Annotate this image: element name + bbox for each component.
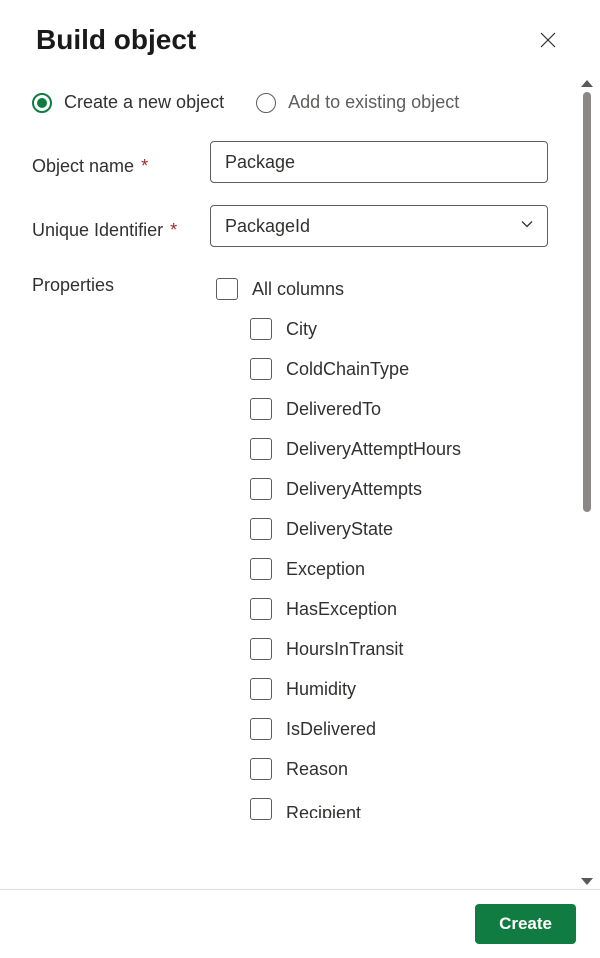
- checkbox-icon: [250, 518, 272, 540]
- checkbox-icon: [250, 678, 272, 700]
- checkbox-property[interactable]: ColdChainType: [216, 349, 548, 389]
- dialog-title: Build object: [36, 24, 196, 56]
- unique-identifier-label: Unique Identifier *: [32, 212, 210, 241]
- checkbox-label: ColdChainType: [286, 359, 409, 380]
- checkbox-icon: [250, 758, 272, 780]
- required-indicator: *: [141, 156, 148, 176]
- checkbox-property[interactable]: City: [216, 309, 548, 349]
- radio-label: Create a new object: [64, 92, 224, 113]
- unique-identifier-select[interactable]: PackageId: [210, 205, 548, 247]
- checkbox-icon: [250, 438, 272, 460]
- properties-label: Properties: [32, 269, 210, 829]
- checkbox-icon: [250, 638, 272, 660]
- radio-create-new[interactable]: Create a new object: [32, 92, 224, 113]
- checkbox-label: All columns: [252, 279, 344, 300]
- property-items-container: City ColdChainType DeliveredTo DeliveryAtte…: [216, 309, 548, 829]
- checkbox-label: DeliveryAttempts: [286, 479, 422, 500]
- checkbox-icon: [250, 598, 272, 620]
- checkbox-label: DeliveredTo: [286, 399, 381, 420]
- dialog-body: Create a new object Add to existing obje…: [0, 76, 600, 889]
- checkbox-label: City: [286, 319, 317, 340]
- radio-add-existing[interactable]: Add to existing object: [256, 92, 459, 113]
- checkbox-icon: [216, 278, 238, 300]
- checkbox-property[interactable]: DeliveredTo: [216, 389, 548, 429]
- close-icon: [540, 32, 556, 48]
- object-name-row: Object name *: [32, 141, 548, 183]
- checkbox-all-columns[interactable]: All columns: [216, 269, 548, 309]
- checkbox-label: HasException: [286, 599, 397, 620]
- checkbox-label: Exception: [286, 559, 365, 580]
- checkbox-label: Humidity: [286, 679, 356, 700]
- properties-list: All columns City ColdChainType DeliveredTo…: [210, 269, 548, 829]
- checkbox-label: IsDelivered: [286, 719, 376, 740]
- radio-icon: [256, 93, 276, 113]
- checkbox-property[interactable]: IsDelivered: [216, 709, 548, 749]
- checkbox-label: Recipient: [286, 800, 361, 818]
- object-name-label: Object name *: [32, 148, 210, 177]
- scroll-down-icon[interactable]: [581, 878, 593, 885]
- build-object-dialog: Build object Create a new object Add to …: [0, 0, 600, 958]
- create-button[interactable]: Create: [475, 904, 576, 944]
- checkbox-property[interactable]: HoursInTransit: [216, 629, 548, 669]
- unique-identifier-select-wrap: PackageId: [210, 205, 548, 247]
- scrollbar[interactable]: [578, 76, 596, 889]
- mode-selector: Create a new object Add to existing obje…: [32, 84, 548, 141]
- dialog-footer: Create: [0, 889, 600, 958]
- checkbox-property[interactable]: Recipient: [216, 789, 548, 829]
- properties-section: Properties All columns City ColdChainType…: [32, 269, 548, 829]
- scrollbar-thumb[interactable]: [583, 92, 591, 512]
- checkbox-label: Reason: [286, 759, 348, 780]
- checkbox-property[interactable]: Reason: [216, 749, 548, 789]
- checkbox-icon: [250, 718, 272, 740]
- checkbox-property[interactable]: HasException: [216, 589, 548, 629]
- checkbox-icon: [250, 558, 272, 580]
- checkbox-property[interactable]: Humidity: [216, 669, 548, 709]
- checkbox-icon: [250, 318, 272, 340]
- scroll-up-icon[interactable]: [581, 80, 593, 87]
- checkbox-icon: [250, 478, 272, 500]
- checkbox-label: DeliveryState: [286, 519, 393, 540]
- checkbox-property[interactable]: Exception: [216, 549, 548, 589]
- radio-label: Add to existing object: [288, 92, 459, 113]
- checkbox-label: DeliveryAttemptHours: [286, 439, 461, 460]
- scroll-area: Create a new object Add to existing obje…: [24, 76, 576, 889]
- close-button[interactable]: [532, 24, 564, 56]
- checkbox-label: HoursInTransit: [286, 639, 403, 660]
- required-indicator: *: [170, 220, 177, 240]
- checkbox-icon: [250, 398, 272, 420]
- checkbox-property[interactable]: DeliveryAttempts: [216, 469, 548, 509]
- checkbox-icon: [250, 358, 272, 380]
- object-name-input[interactable]: [210, 141, 548, 183]
- checkbox-icon: [250, 798, 272, 820]
- checkbox-property[interactable]: DeliveryAttemptHours: [216, 429, 548, 469]
- dialog-header: Build object: [0, 0, 600, 76]
- checkbox-property[interactable]: DeliveryState: [216, 509, 548, 549]
- unique-identifier-row: Unique Identifier * PackageId: [32, 205, 548, 247]
- radio-icon: [32, 93, 52, 113]
